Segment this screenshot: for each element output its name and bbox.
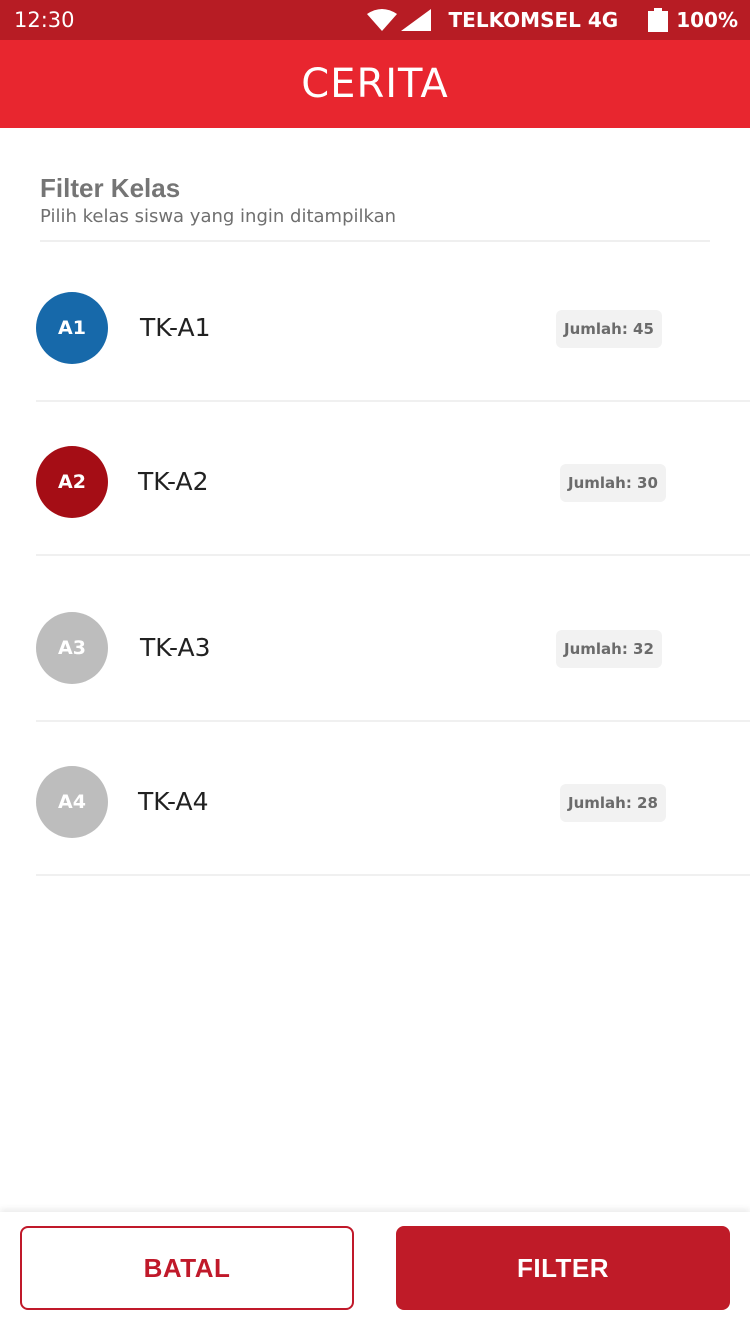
filter-subtitle: Pilih kelas siswa yang ingin ditampilkan <box>40 206 397 227</box>
class-name: TK-A4 <box>138 787 209 816</box>
class-avatar: A4 <box>36 766 108 838</box>
class-avatar: A3 <box>36 612 108 684</box>
filter-header: Filter Kelas Pilih kelas siswa yang ingi… <box>40 172 710 242</box>
count-badge: Jumlah: 45 <box>556 310 662 348</box>
app-bar: CERITA <box>0 40 750 128</box>
count-badge: Jumlah: 32 <box>556 630 662 668</box>
class-row-a4[interactable]: A4 TK-A4 Jumlah: 28 <box>36 722 750 876</box>
cancel-button[interactable]: BATAL <box>20 1226 354 1310</box>
class-row-a1[interactable]: A1 TK-A1 Jumlah: 45 <box>36 248 750 402</box>
page-title: CERITA <box>301 61 449 107</box>
wifi-icon <box>366 9 397 31</box>
status-indicators: TELKOMSEL 4G 100% <box>366 8 738 32</box>
signal-icon <box>400 9 431 31</box>
class-name: TK-A1 <box>140 313 211 342</box>
carrier-label: TELKOMSEL 4G <box>448 8 619 32</box>
battery-icon <box>648 8 669 32</box>
filter-title: Filter Kelas <box>40 173 181 203</box>
count-badge: Jumlah: 30 <box>560 464 666 502</box>
count-badge: Jumlah: 28 <box>560 784 666 822</box>
class-row-a3[interactable]: A3 TK-A3 Jumlah: 32 <box>36 556 750 722</box>
status-bar: 12:30 TELKOMSEL 4G 100% <box>0 0 750 40</box>
class-avatar: A1 <box>36 292 108 364</box>
class-avatar: A2 <box>36 446 108 518</box>
bottom-action-bar: BATAL FILTER <box>0 1212 750 1332</box>
battery-percent: 100% <box>676 8 738 32</box>
status-time: 12:30 <box>14 8 75 32</box>
class-row-a2[interactable]: A2 TK-A2 Jumlah: 30 <box>36 402 750 556</box>
class-name: TK-A3 <box>140 633 211 662</box>
class-name: TK-A2 <box>138 467 209 496</box>
filter-button[interactable]: FILTER <box>396 1226 730 1310</box>
